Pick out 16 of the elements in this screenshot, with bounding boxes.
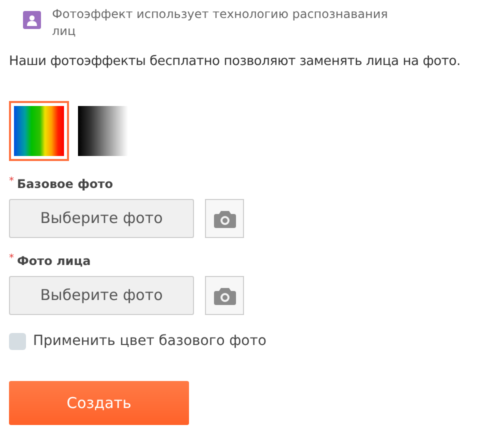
camera-icon: [214, 286, 236, 304]
user-icon: [23, 11, 41, 29]
choose-photo-button[interactable]: Выберите фото: [9, 276, 194, 315]
camera-button[interactable]: [205, 276, 244, 315]
description-text: Наши фотоэффекты бесплатно позволяют заменять лица на фото.: [8, 53, 462, 71]
checkbox[interactable]: [9, 333, 26, 350]
choose-photo-button[interactable]: Выберите фото: [9, 199, 194, 238]
field-label: Базовое фото: [17, 177, 113, 191]
camera-button[interactable]: [205, 199, 244, 238]
checkbox-label: Применить цвет базового фото: [33, 332, 266, 351]
required-mark: *: [9, 254, 14, 264]
field-label: Фото лица: [17, 254, 91, 268]
camera-icon: [214, 210, 236, 228]
required-mark: *: [9, 177, 14, 187]
palette-swatch[interactable]: [9, 101, 69, 161]
notice-text: Фотоэффект использует технологию распознавания лиц: [52, 6, 389, 40]
